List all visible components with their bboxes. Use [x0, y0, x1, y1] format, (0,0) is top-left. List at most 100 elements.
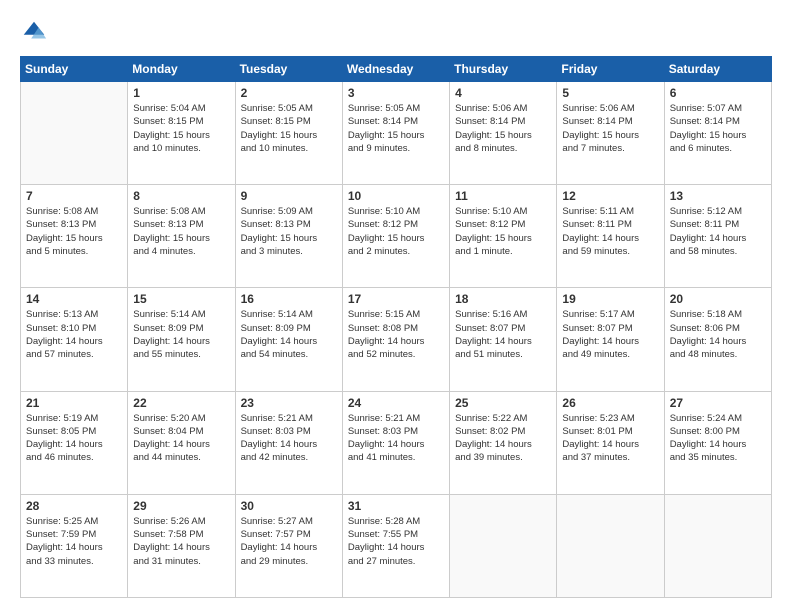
day-number: 20 — [670, 292, 766, 306]
day-number: 12 — [562, 189, 658, 203]
calendar-table: SundayMondayTuesdayWednesdayThursdayFrid… — [20, 56, 772, 598]
day-info: Sunrise: 5:06 AMSunset: 8:14 PMDaylight:… — [562, 102, 658, 155]
day-info: Sunrise: 5:12 AMSunset: 8:11 PMDaylight:… — [670, 205, 766, 258]
weekday-header-monday: Monday — [128, 57, 235, 82]
day-number: 4 — [455, 86, 551, 100]
day-info: Sunrise: 5:06 AMSunset: 8:14 PMDaylight:… — [455, 102, 551, 155]
day-number: 30 — [241, 499, 337, 513]
calendar-cell: 22Sunrise: 5:20 AMSunset: 8:04 PMDayligh… — [128, 391, 235, 494]
weekday-header-saturday: Saturday — [664, 57, 771, 82]
day-info: Sunrise: 5:27 AMSunset: 7:57 PMDaylight:… — [241, 515, 337, 568]
day-info: Sunrise: 5:28 AMSunset: 7:55 PMDaylight:… — [348, 515, 444, 568]
calendar-cell: 18 Sunrise: 5:16 AMSunset: 8:07 PMDayligh… — [450, 288, 557, 391]
day-info: Sunrise: 5:26 AMSunset: 7:58 PMDaylight:… — [133, 515, 229, 568]
calendar-cell: 6 Sunrise: 5:07 AMSunset: 8:14 PMDaylight… — [664, 82, 771, 185]
day-info: Sunrise: 5:19 AMSunset: 8:05 PMDaylight:… — [26, 412, 122, 465]
calendar-cell: 19 Sunrise: 5:17 AMSunset: 8:07 PMDayligh… — [557, 288, 664, 391]
day-number: 22 — [133, 396, 229, 410]
day-info: Sunrise: 5:14 AMSunset: 8:09 PMDaylight:… — [241, 308, 337, 361]
week-row-1: 1 Sunrise: 5:04 AMSunset: 8:15 PMDaylight… — [21, 82, 772, 185]
day-number: 5 — [562, 86, 658, 100]
day-number: 21 — [26, 396, 122, 410]
day-info: Sunrise: 5:17 AMSunset: 8:07 PMDaylight:… — [562, 308, 658, 361]
week-row-2: 7Sunrise: 5:08 AMSunset: 8:13 PMDaylight… — [21, 185, 772, 288]
weekday-header-row: SundayMondayTuesdayWednesdayThursdayFrid… — [21, 57, 772, 82]
day-info: Sunrise: 5:09 AMSunset: 8:13 PMDaylight:… — [241, 205, 337, 258]
weekday-header-tuesday: Tuesday — [235, 57, 342, 82]
day-number: 18 — [455, 292, 551, 306]
day-info: Sunrise: 5:25 AMSunset: 7:59 PMDaylight:… — [26, 515, 122, 568]
day-number: 26 — [562, 396, 658, 410]
day-number: 25 — [455, 396, 551, 410]
day-number: 2 — [241, 86, 337, 100]
week-row-5: 28 Sunrise: 5:25 AMSunset: 7:59 PMDayligh… — [21, 494, 772, 597]
day-info: Sunrise: 5:11 AMSunset: 8:11 PMDaylight:… — [562, 205, 658, 258]
day-number: 19 — [562, 292, 658, 306]
calendar-cell: 27 Sunrise: 5:24 AMSunset: 8:00 PMDayligh… — [664, 391, 771, 494]
day-info: Sunrise: 5:13 AMSunset: 8:10 PMDaylight:… — [26, 308, 122, 361]
day-number: 3 — [348, 86, 444, 100]
calendar-cell: 5 Sunrise: 5:06 AMSunset: 8:14 PMDaylight… — [557, 82, 664, 185]
day-number: 1 — [133, 86, 229, 100]
calendar-cell — [664, 494, 771, 597]
week-row-3: 14 Sunrise: 5:13 AMSunset: 8:10 PMDayligh… — [21, 288, 772, 391]
day-number: 29 — [133, 499, 229, 513]
calendar-cell: 17 Sunrise: 5:15 AMSunset: 8:08 PMDayligh… — [342, 288, 449, 391]
day-number: 6 — [670, 86, 766, 100]
day-info: Sunrise: 5:05 AMSunset: 8:14 PMDaylight:… — [348, 102, 444, 155]
day-number: 14 — [26, 292, 122, 306]
calendar-cell: 31 Sunrise: 5:28 AMSunset: 7:55 PMDayligh… — [342, 494, 449, 597]
day-number: 17 — [348, 292, 444, 306]
calendar-cell: 24 Sunrise: 5:21 AMSunset: 8:03 PMDayligh… — [342, 391, 449, 494]
day-info: Sunrise: 5:10 AMSunset: 8:12 PMDaylight:… — [455, 205, 551, 258]
day-number: 11 — [455, 189, 551, 203]
day-number: 23 — [241, 396, 337, 410]
day-info: Sunrise: 5:16 AMSunset: 8:07 PMDaylight:… — [455, 308, 551, 361]
day-info: Sunrise: 5:23 AMSunset: 8:01 PMDaylight:… — [562, 412, 658, 465]
header — [20, 18, 772, 46]
day-number: 8 — [133, 189, 229, 203]
day-number: 16 — [241, 292, 337, 306]
day-info: Sunrise: 5:21 AMSunset: 8:03 PMDaylight:… — [241, 412, 337, 465]
calendar-cell — [450, 494, 557, 597]
calendar-cell: 8Sunrise: 5:08 AMSunset: 8:13 PMDaylight… — [128, 185, 235, 288]
calendar-cell: 28 Sunrise: 5:25 AMSunset: 7:59 PMDayligh… — [21, 494, 128, 597]
day-number: 15 — [133, 292, 229, 306]
calendar-cell: 15 Sunrise: 5:14 AMSunset: 8:09 PMDayligh… — [128, 288, 235, 391]
calendar-cell: 25 Sunrise: 5:22 AMSunset: 8:02 PMDayligh… — [450, 391, 557, 494]
day-number: 27 — [670, 396, 766, 410]
day-info: Sunrise: 5:24 AMSunset: 8:00 PMDaylight:… — [670, 412, 766, 465]
day-info: Sunrise: 5:04 AMSunset: 8:15 PMDaylight:… — [133, 102, 229, 155]
calendar-cell: 14 Sunrise: 5:13 AMSunset: 8:10 PMDayligh… — [21, 288, 128, 391]
calendar-cell: 7Sunrise: 5:08 AMSunset: 8:13 PMDaylight… — [21, 185, 128, 288]
weekday-header-friday: Friday — [557, 57, 664, 82]
calendar-cell — [557, 494, 664, 597]
day-info: Sunrise: 5:07 AMSunset: 8:14 PMDaylight:… — [670, 102, 766, 155]
calendar-page: SundayMondayTuesdayWednesdayThursdayFrid… — [0, 0, 792, 612]
calendar-cell: 13Sunrise: 5:12 AMSunset: 8:11 PMDayligh… — [664, 185, 771, 288]
day-info: Sunrise: 5:10 AMSunset: 8:12 PMDaylight:… — [348, 205, 444, 258]
day-info: Sunrise: 5:22 AMSunset: 8:02 PMDaylight:… — [455, 412, 551, 465]
calendar-cell: 12 Sunrise: 5:11 AMSunset: 8:11 PMDayligh… — [557, 185, 664, 288]
day-info: Sunrise: 5:18 AMSunset: 8:06 PMDaylight:… — [670, 308, 766, 361]
day-info: Sunrise: 5:14 AMSunset: 8:09 PMDaylight:… — [133, 308, 229, 361]
calendar-cell: 3 Sunrise: 5:05 AMSunset: 8:14 PMDaylight… — [342, 82, 449, 185]
logo — [20, 18, 52, 46]
weekday-header-wednesday: Wednesday — [342, 57, 449, 82]
calendar-cell: 21 Sunrise: 5:19 AMSunset: 8:05 PMDayligh… — [21, 391, 128, 494]
weekday-header-sunday: Sunday — [21, 57, 128, 82]
day-number: 28 — [26, 499, 122, 513]
day-number: 10 — [348, 189, 444, 203]
day-info: Sunrise: 5:21 AMSunset: 8:03 PMDaylight:… — [348, 412, 444, 465]
calendar-cell: 30 Sunrise: 5:27 AMSunset: 7:57 PMDayligh… — [235, 494, 342, 597]
day-info: Sunrise: 5:08 AMSunset: 8:13 PMDaylight:… — [26, 205, 122, 258]
calendar-cell: 10 Sunrise: 5:10 AMSunset: 8:12 PMDayligh… — [342, 185, 449, 288]
calendar-cell: 20 Sunrise: 5:18 AMSunset: 8:06 PMDayligh… — [664, 288, 771, 391]
day-number: 24 — [348, 396, 444, 410]
day-number: 31 — [348, 499, 444, 513]
calendar-cell: 4 Sunrise: 5:06 AMSunset: 8:14 PMDaylight… — [450, 82, 557, 185]
week-row-4: 21 Sunrise: 5:19 AMSunset: 8:05 PMDayligh… — [21, 391, 772, 494]
calendar-cell: 29 Sunrise: 5:26 AMSunset: 7:58 PMDayligh… — [128, 494, 235, 597]
day-info: Sunrise: 5:15 AMSunset: 8:08 PMDaylight:… — [348, 308, 444, 361]
calendar-cell: 11 Sunrise: 5:10 AMSunset: 8:12 PMDayligh… — [450, 185, 557, 288]
